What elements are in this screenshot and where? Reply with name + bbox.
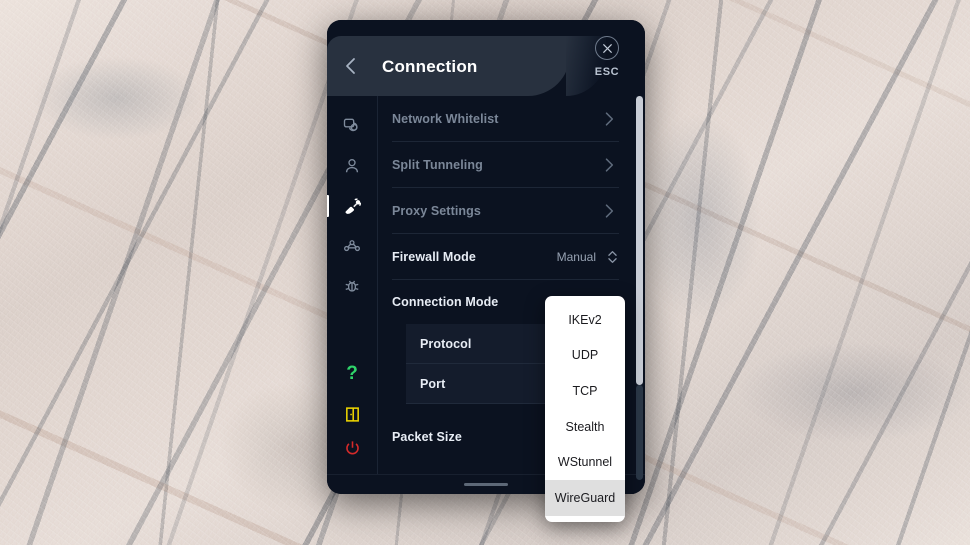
dropdown-option-stealth[interactable]: Stealth xyxy=(545,409,625,445)
chevron-right-icon xyxy=(599,109,619,129)
sidebar-item-connection[interactable] xyxy=(327,186,377,226)
row-label: Packet Size xyxy=(392,430,462,444)
firewall-mode-value: Manual xyxy=(556,249,596,264)
satellite-dish-icon xyxy=(342,196,363,217)
row-right xyxy=(599,155,619,175)
row-label: Network Whitelist xyxy=(392,111,499,126)
row-label: Firewall Mode xyxy=(392,249,476,264)
protocol-dropdown: IKEv2 UDP TCP Stealth WStunnel WireGuard xyxy=(545,296,625,522)
stepper-updown-icon[interactable] xyxy=(606,249,619,265)
question-mark-icon: ? xyxy=(346,363,358,384)
chevron-left-icon[interactable] xyxy=(339,54,363,78)
sidebar-item-general[interactable] xyxy=(327,106,377,146)
exit-door-icon xyxy=(344,406,361,423)
row-label: Protocol xyxy=(420,336,472,351)
scrollbar-thumb[interactable] xyxy=(636,96,643,385)
row-label: Connection Mode xyxy=(392,295,499,309)
scrollbar-thumb-lower[interactable] xyxy=(636,385,643,480)
resize-handle[interactable] xyxy=(464,483,508,486)
settings-row-firewall-mode[interactable]: Firewall Mode Manual xyxy=(392,234,619,280)
row-right: Manual xyxy=(557,249,619,265)
row-right xyxy=(599,109,619,129)
user-icon xyxy=(342,156,362,176)
dropdown-option-wstunnel[interactable]: WStunnel xyxy=(545,444,625,480)
sidebar-item-diagnostics[interactable] xyxy=(327,266,377,306)
dropdown-option-udp[interactable]: UDP xyxy=(545,338,625,374)
dropdown-option-tcp[interactable]: TCP xyxy=(545,373,625,409)
bug-icon xyxy=(342,276,362,296)
close-button[interactable]: ESC xyxy=(585,36,629,78)
sidebar-item-account[interactable] xyxy=(327,146,377,186)
close-circle-icon[interactable] xyxy=(595,36,619,60)
chevron-right-icon xyxy=(599,155,619,175)
share-nodes-icon xyxy=(342,236,362,256)
sidebar-help[interactable]: ? xyxy=(327,354,377,394)
page-title: Connection xyxy=(382,57,478,76)
sidebar-power[interactable] xyxy=(327,434,377,474)
settings-row-network-whitelist[interactable]: Network Whitelist xyxy=(392,96,619,142)
screens-icon xyxy=(342,116,362,136)
chevron-right-icon xyxy=(599,201,619,221)
esc-label: ESC xyxy=(594,66,620,78)
row-label: Proxy Settings xyxy=(392,203,481,218)
vertical-scrollbar[interactable] xyxy=(636,96,643,480)
settings-row-proxy-settings[interactable]: Proxy Settings xyxy=(392,188,619,234)
row-label: Split Tunneling xyxy=(392,157,483,172)
panel-header: Connection ESC xyxy=(327,20,645,96)
sidebar-item-network[interactable] xyxy=(327,226,377,266)
dropdown-option-wireguard[interactable]: WireGuard xyxy=(545,479,625,516)
row-label: Port xyxy=(420,376,446,391)
sidebar-nav: ? xyxy=(327,96,378,474)
settings-row-split-tunneling[interactable]: Split Tunneling xyxy=(392,142,619,188)
row-right xyxy=(599,201,619,221)
dropdown-option-ikev2[interactable]: IKEv2 xyxy=(545,302,625,338)
sidebar-exit[interactable] xyxy=(327,394,377,434)
power-icon xyxy=(343,439,362,458)
